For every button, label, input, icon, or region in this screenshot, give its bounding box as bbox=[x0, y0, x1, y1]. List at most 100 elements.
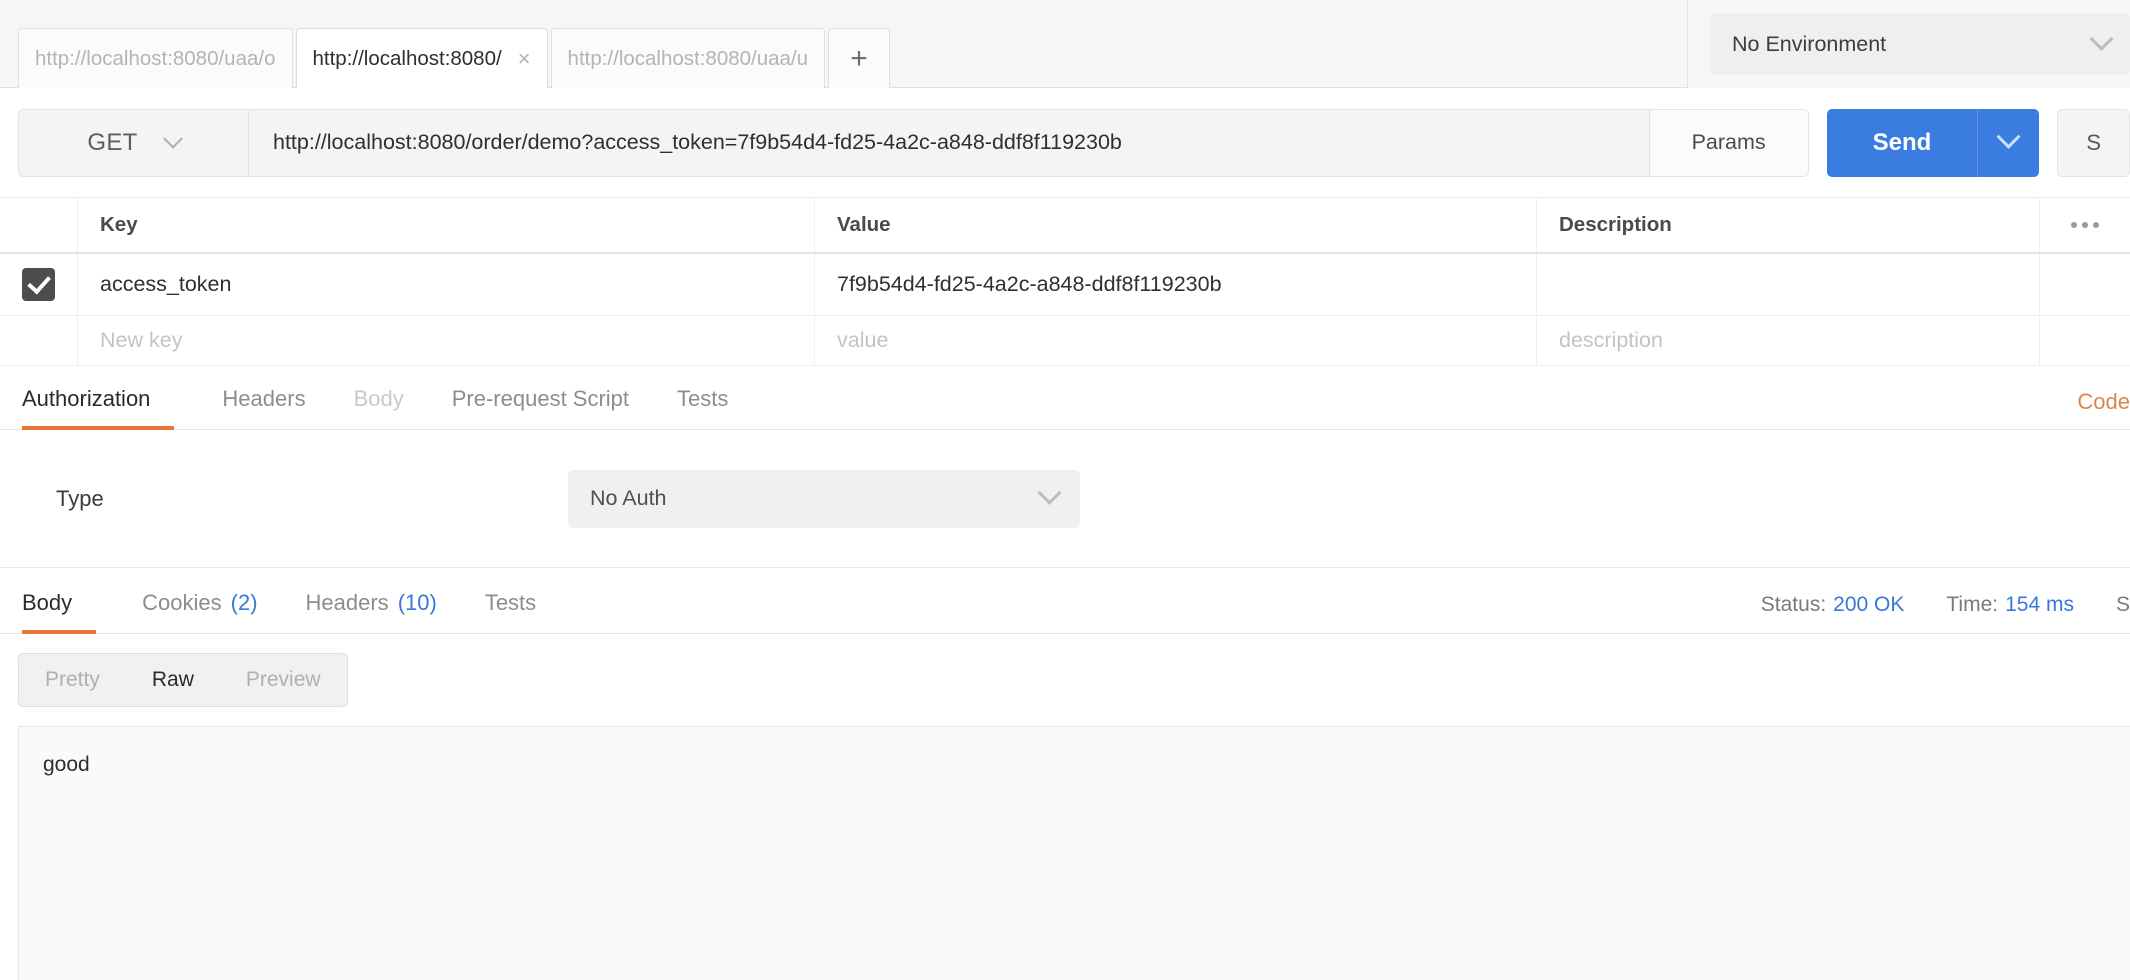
tab-tests-label: Tests bbox=[677, 386, 728, 412]
environment-selector-label: No Environment bbox=[1732, 32, 1886, 57]
time-label: Time: bbox=[1946, 593, 1998, 616]
header-key-label: Key bbox=[100, 213, 138, 237]
row-key-value: access_token bbox=[100, 272, 231, 297]
response-view-mode-group: Pretty Raw Preview bbox=[18, 653, 348, 707]
response-body-viewer[interactable]: good bbox=[18, 726, 2130, 980]
param-enabled-checkbox[interactable] bbox=[22, 268, 55, 301]
more-options-icon bbox=[2071, 222, 2099, 228]
response-panel: Body Cookies (2) Headers (10) Tests Stat… bbox=[0, 568, 2130, 980]
request-tab-bar: http://localhost:8080/uaa/o http://local… bbox=[0, 0, 2130, 88]
time-badge: Time: 154 ms bbox=[1946, 593, 2074, 617]
chevron-down-icon bbox=[1997, 125, 2021, 149]
save-button[interactable]: S bbox=[2057, 109, 2130, 177]
send-button-group: Send bbox=[1827, 109, 2040, 177]
header-cell-checkbox bbox=[0, 198, 78, 252]
status-badge: Status:200 OK bbox=[1761, 593, 1905, 617]
request-tab-2[interactable]: http://localhost:8080/ × bbox=[296, 28, 548, 88]
url-input[interactable]: http://localhost:8080/order/demo?access_… bbox=[248, 109, 1649, 177]
params-button-label: Params bbox=[1692, 130, 1766, 155]
view-mode-raw-label: Raw bbox=[152, 668, 194, 692]
request-section-tabs: Authorization Headers Body Pre-request S… bbox=[0, 366, 2130, 430]
plus-icon: + bbox=[850, 42, 868, 76]
response-section-tabs: Body Cookies (2) Headers (10) Tests Stat… bbox=[0, 568, 2130, 634]
response-body-text: good bbox=[43, 753, 90, 776]
response-tab-tests[interactable]: Tests bbox=[461, 573, 560, 633]
response-tab-headers-count: (10) bbox=[398, 590, 437, 616]
tab-pre-request-script-label: Pre-request Script bbox=[452, 386, 629, 412]
view-mode-preview[interactable]: Preview bbox=[220, 654, 347, 706]
view-mode-pretty[interactable]: Pretty bbox=[19, 654, 126, 706]
table-new-row: New key value description bbox=[0, 316, 2130, 366]
table-header-row: Key Value Description bbox=[0, 198, 2130, 254]
response-view-toolbar: Pretty Raw Preview bbox=[0, 634, 2130, 726]
http-method-label: GET bbox=[87, 129, 137, 157]
new-description-placeholder: description bbox=[1559, 328, 1663, 353]
response-tab-tests-label: Tests bbox=[485, 590, 536, 616]
request-tab-1-label: http://localhost:8080/uaa/o bbox=[35, 47, 276, 71]
code-link[interactable]: Code bbox=[2077, 389, 2130, 415]
header-cell-value: Value bbox=[815, 198, 1537, 252]
size-badge: S bbox=[2116, 593, 2130, 617]
save-button-label: S bbox=[2086, 130, 2101, 156]
new-row-checkbox-cell bbox=[0, 316, 78, 365]
auth-type-selector[interactable]: No Auth bbox=[568, 470, 1080, 528]
size-label: S bbox=[2116, 593, 2130, 616]
header-description-label: Description bbox=[1559, 213, 1672, 237]
new-value-placeholder: value bbox=[837, 328, 888, 353]
request-tab-3[interactable]: http://localhost:8080/uaa/u bbox=[551, 28, 826, 88]
add-tab-button[interactable]: + bbox=[828, 28, 890, 88]
close-icon[interactable]: × bbox=[518, 48, 531, 70]
url-input-value: http://localhost:8080/order/demo?access_… bbox=[273, 130, 1122, 155]
response-tab-body[interactable]: Body bbox=[22, 573, 96, 633]
auth-type-value: No Auth bbox=[590, 486, 667, 511]
check-icon bbox=[27, 270, 51, 294]
row-description-cell[interactable] bbox=[1537, 254, 2040, 315]
environment-selector[interactable]: No Environment bbox=[1710, 13, 2130, 75]
response-tab-cookies-label: Cookies bbox=[142, 590, 221, 616]
new-row-actions-cell bbox=[2040, 316, 2130, 365]
new-value-input[interactable]: value bbox=[815, 316, 1537, 365]
row-actions-cell bbox=[2040, 254, 2130, 315]
view-mode-preview-label: Preview bbox=[246, 668, 321, 692]
bulk-edit-button[interactable] bbox=[2040, 198, 2130, 252]
response-tab-cookies[interactable]: Cookies (2) bbox=[118, 573, 281, 633]
request-tab-3-label: http://localhost:8080/uaa/u bbox=[568, 47, 809, 71]
environment-zone: No Environment bbox=[1687, 0, 2130, 88]
tab-authorization[interactable]: Authorization bbox=[22, 369, 174, 429]
url-bar: GET http://localhost:8080/order/demo?acc… bbox=[0, 88, 2130, 198]
response-tab-headers[interactable]: Headers (10) bbox=[282, 573, 461, 633]
send-button[interactable]: Send bbox=[1827, 109, 1978, 177]
tab-body[interactable]: Body bbox=[330, 369, 428, 429]
tab-body-label: Body bbox=[354, 386, 404, 412]
tab-tests[interactable]: Tests bbox=[653, 369, 752, 429]
send-options-button[interactable] bbox=[1977, 109, 2039, 177]
row-key-cell[interactable]: access_token bbox=[78, 254, 815, 315]
new-key-input[interactable]: New key bbox=[78, 316, 815, 365]
row-value-cell[interactable]: 7f9b54d4-fd25-4a2c-a848-ddf8f119230b bbox=[815, 254, 1537, 315]
response-meta: Status:200 OK Time: 154 ms S bbox=[1761, 593, 2130, 617]
time-value: 154 ms bbox=[2005, 593, 2074, 616]
tab-headers[interactable]: Headers bbox=[198, 369, 329, 429]
chevron-down-icon bbox=[2089, 26, 2113, 50]
request-tab-2-label: http://localhost:8080/ bbox=[313, 47, 502, 71]
params-button[interactable]: Params bbox=[1649, 109, 1809, 177]
query-params-table: Key Value Description access_token bbox=[0, 198, 2130, 366]
request-tab-1[interactable]: http://localhost:8080/uaa/o bbox=[18, 28, 293, 88]
authorization-panel: Type No Auth bbox=[0, 430, 2130, 568]
row-value-value: 7f9b54d4-fd25-4a2c-a848-ddf8f119230b bbox=[837, 272, 1222, 297]
tab-pre-request-script[interactable]: Pre-request Script bbox=[428, 369, 653, 429]
http-method-selector[interactable]: GET bbox=[18, 109, 248, 177]
postman-window: http://localhost:8080/uaa/o http://local… bbox=[0, 0, 2130, 980]
chevron-down-icon bbox=[163, 128, 183, 148]
response-tab-body-label: Body bbox=[22, 590, 72, 616]
new-description-input[interactable]: description bbox=[1537, 316, 2040, 365]
code-link-label: Code bbox=[2077, 389, 2130, 414]
send-button-label: Send bbox=[1873, 129, 1932, 157]
view-mode-raw[interactable]: Raw bbox=[126, 654, 220, 706]
status-label: Status: bbox=[1761, 593, 1826, 616]
table-row: access_token 7f9b54d4-fd25-4a2c-a848-ddf… bbox=[0, 254, 2130, 316]
view-mode-pretty-label: Pretty bbox=[45, 668, 100, 692]
chevron-down-icon bbox=[1037, 481, 1061, 505]
response-tab-cookies-count: (2) bbox=[231, 590, 258, 616]
header-value-label: Value bbox=[837, 213, 891, 237]
